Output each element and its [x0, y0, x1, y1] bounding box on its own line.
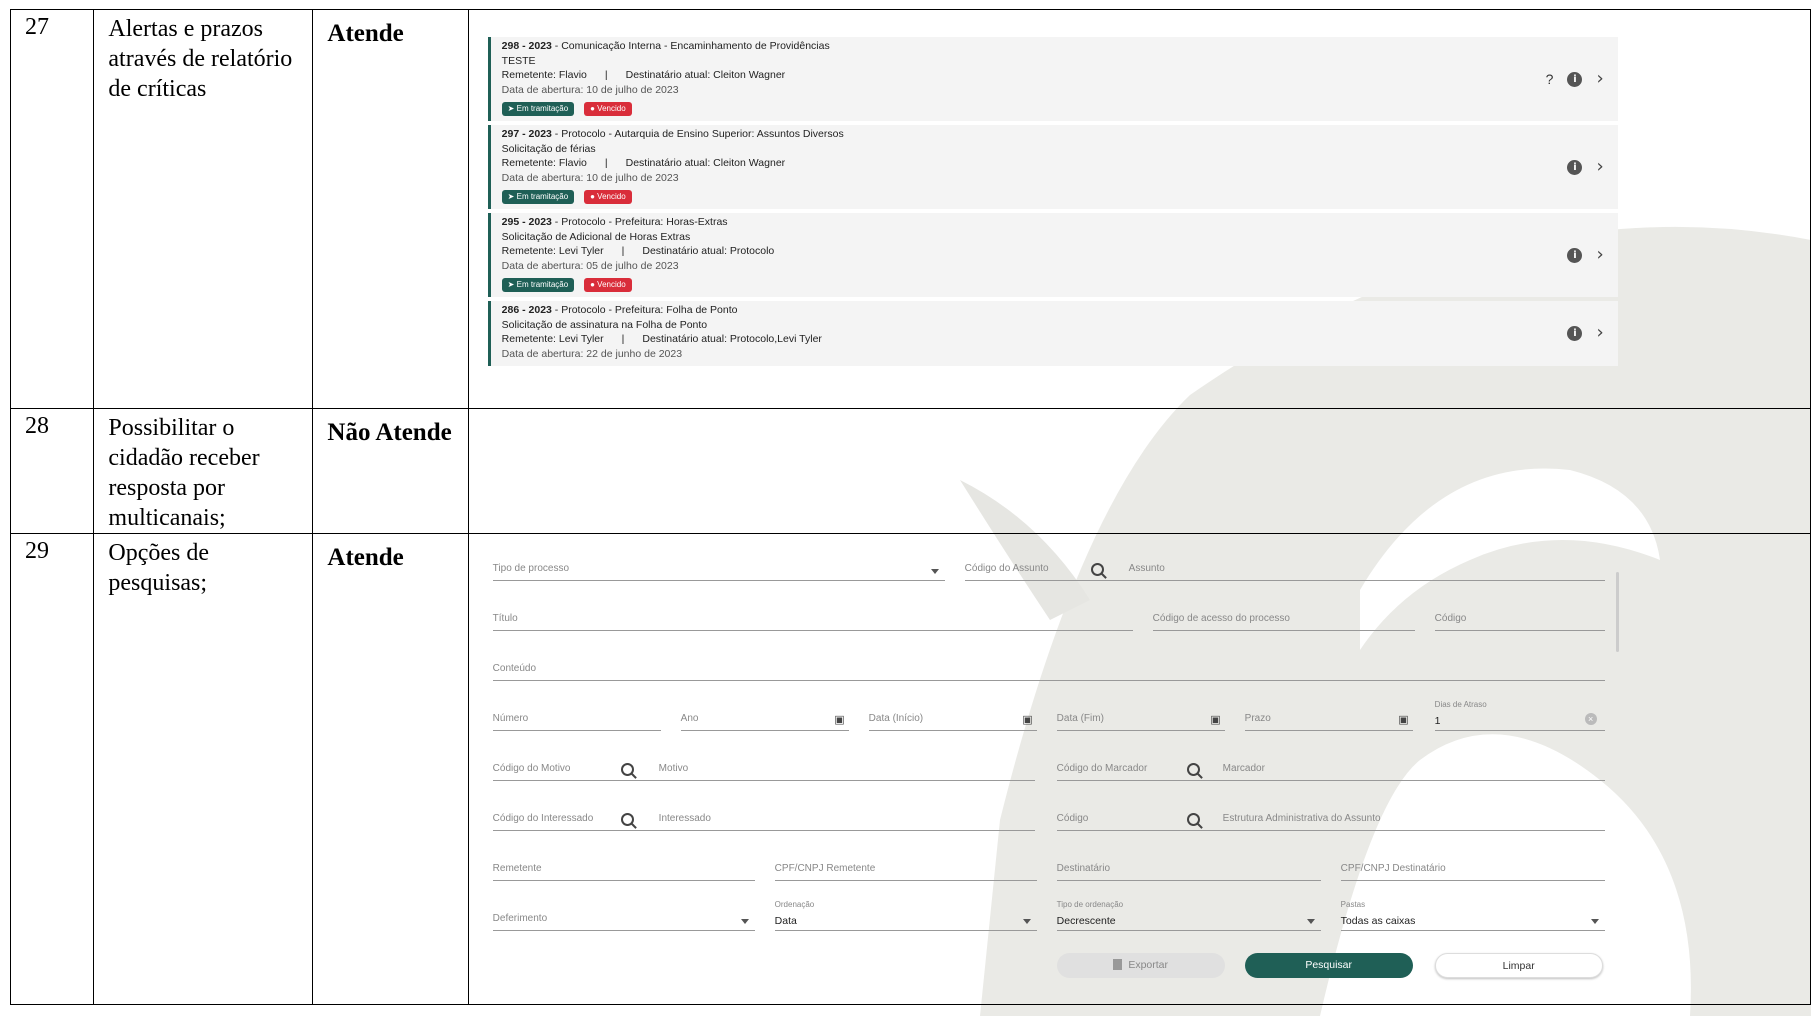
item-description: Opções de pesquisas; [108, 540, 210, 596]
item-description: Possibilitar o cidadão receber resposta … [108, 415, 260, 531]
search-button[interactable]: Pesquisar [1244, 953, 1413, 978]
process-type-select[interactable]: Tipo de processo [492, 556, 945, 581]
process-subject: Solicitação de assinatura na Folha de Po… [501, 318, 708, 331]
process-title: 286 - 2023 - Protocolo - Prefeitura: Fol… [501, 304, 738, 316]
process-open-date: Data de abertura: 05 de julho de 2023 [501, 259, 679, 272]
chevron-down-icon [740, 919, 749, 924]
calendar-icon[interactable]: ▣ [834, 713, 844, 726]
table-row: 27 Alertas e prazos através de relatório… [9, 9, 1811, 409]
process-subject: Solicitação de férias [501, 142, 596, 155]
chevron-right-icon[interactable]: › [1596, 324, 1603, 341]
overdue-badge: ● Vencido [584, 278, 632, 292]
item-number: 29 [25, 538, 49, 564]
info-icon[interactable]: i [1567, 159, 1583, 175]
title-field[interactable]: Título [492, 606, 1133, 631]
chevron-down-icon [1306, 919, 1315, 924]
process-card[interactable]: 297 - 2023 - Protocolo - Autarquia de En… [487, 125, 1618, 209]
process-title: 297 - 2023 - Protocolo - Autarquia de En… [501, 128, 844, 140]
process-open-date: Data de abertura: 10 de julho de 2023 [501, 171, 679, 184]
deadline-field[interactable]: Prazo ▣ [1244, 706, 1413, 731]
chevron-down-icon [1022, 919, 1031, 924]
item-status: Atende [327, 20, 404, 47]
interested-field[interactable]: Interessado [492, 806, 1035, 831]
process-card[interactable]: 286 - 2023 - Protocolo - Prefeitura: Fol… [487, 301, 1618, 366]
days-overdue-field[interactable]: Dias de Atraso 1 × [1434, 700, 1605, 731]
sender-field[interactable]: Remetente [492, 856, 755, 881]
process-sender-line: Remetente: Levi Tyler | Destinatário atual… [501, 333, 822, 345]
process-sender-line: Remetente: Levi Tyler | Destinatário atual… [501, 245, 775, 257]
process-subject: Solicitação de Adicional de Horas Extras [501, 230, 691, 243]
status-badge: ➤ Em tramitação [501, 102, 575, 116]
process-card[interactable]: 295 - 2023 - Protocolo - Prefeitura: Hor… [487, 213, 1618, 297]
table-row: 28 Possibilitar o cidadão receber respos… [9, 408, 1811, 534]
status-badge: ➤ Em tramitação [501, 278, 575, 292]
ordering-select[interactable]: Ordenação Data [774, 900, 1037, 931]
requirements-table: 27 Alertas e prazos através de relatório… [9, 9, 1811, 1005]
item-status: Não Atende [327, 419, 452, 446]
clear-button[interactable]: Limpar [1434, 953, 1603, 978]
process-sender-line: Remetente: Flavio | Destinatário atual: Cl… [501, 69, 786, 81]
recipient-cpf-field[interactable]: CPF/CNPJ Destinatário [1340, 856, 1605, 881]
item-status: Atende [327, 544, 404, 571]
overdue-badge: ● Vencido [584, 102, 632, 116]
process-title: 295 - 2023 - Protocolo - Prefeitura: Hor… [501, 216, 728, 228]
process-sender-line: Remetente: Flavio | Destinatário atual: Cl… [501, 157, 786, 169]
chevron-right-icon[interactable]: › [1596, 158, 1603, 175]
calendar-icon[interactable]: ▣ [1398, 713, 1408, 726]
info-icon[interactable]: i [1567, 71, 1583, 87]
access-code-field[interactable]: Código de acesso do processo [1152, 606, 1415, 631]
start-date-field[interactable]: Data (Início) ▣ [868, 706, 1037, 731]
chevron-down-icon [1590, 919, 1599, 924]
info-icon[interactable]: i [1567, 326, 1583, 341]
chevron-right-icon[interactable]: › [1596, 246, 1603, 263]
export-button[interactable]: Exportar [1056, 953, 1225, 978]
process-card[interactable]: 298 - 2023 - Comunicação Interna - Encam… [487, 37, 1618, 121]
chevron-right-icon[interactable]: › [1596, 70, 1603, 87]
process-subject: TESTE [501, 54, 536, 67]
scrollbar[interactable] [1615, 572, 1619, 652]
subject-field[interactable]: Assunto [964, 556, 1605, 581]
clear-icon[interactable]: × [1584, 713, 1597, 725]
recipient-field[interactable]: Destinatário [1056, 856, 1321, 881]
admin-structure-field[interactable]: Estrutura Administrativa do Assunto [1056, 806, 1605, 831]
chevron-down-icon [930, 569, 939, 574]
process-title: 298 - 2023 - Comunicação Interna - Encam… [501, 40, 830, 52]
item-description: Alertas e prazos através de relatório de… [108, 16, 293, 102]
reason-field[interactable]: Motivo [492, 756, 1035, 781]
process-open-date: Data de abertura: 10 de julho de 2023 [501, 83, 679, 96]
year-field[interactable]: Ano ▣ [680, 706, 849, 731]
item-number: 27 [25, 14, 49, 40]
item-number: 28 [25, 413, 49, 439]
calendar-icon[interactable]: ▣ [1210, 713, 1220, 726]
number-field[interactable]: Número [492, 706, 661, 731]
search-form-screenshot: Tipo de processo Código do Assunto Assun… [469, 534, 1810, 1004]
approval-select[interactable]: Deferimento [492, 906, 755, 931]
process-open-date: Data de abertura: 22 de junho de 2023 [501, 347, 683, 360]
sender-cpf-field[interactable]: CPF/CNPJ Remetente [774, 856, 1037, 881]
marker-field[interactable]: Marcador [1056, 756, 1605, 781]
process-list-screenshot: 298 - 2023 - Comunicação Interna - Encam… [469, 10, 1810, 408]
table-row: 29 Opções de pesquisas; Atende Tipo de p… [9, 533, 1811, 1005]
process-list: 298 - 2023 - Comunicação Interna - Encam… [487, 37, 1618, 370]
ordering-type-select[interactable]: Tipo de ordenação Decrescente [1056, 900, 1321, 931]
overdue-badge: ● Vencido [584, 190, 632, 204]
code-field[interactable]: Código [1434, 606, 1605, 631]
calendar-icon[interactable]: ▣ [1022, 713, 1032, 726]
info-icon[interactable]: i [1567, 247, 1583, 263]
export-icon [1113, 959, 1123, 970]
status-badge: ➤ Em tramitação [501, 190, 575, 204]
help-icon[interactable]: ? [1546, 72, 1554, 87]
content-field[interactable]: Conteúdo [492, 656, 1605, 681]
end-date-field[interactable]: Data (Fim) ▣ [1056, 706, 1225, 731]
folders-select[interactable]: Pastas Todas as caixas [1340, 900, 1605, 931]
search-form: Tipo de processo Código do Assunto Assun… [469, 534, 1811, 1004]
